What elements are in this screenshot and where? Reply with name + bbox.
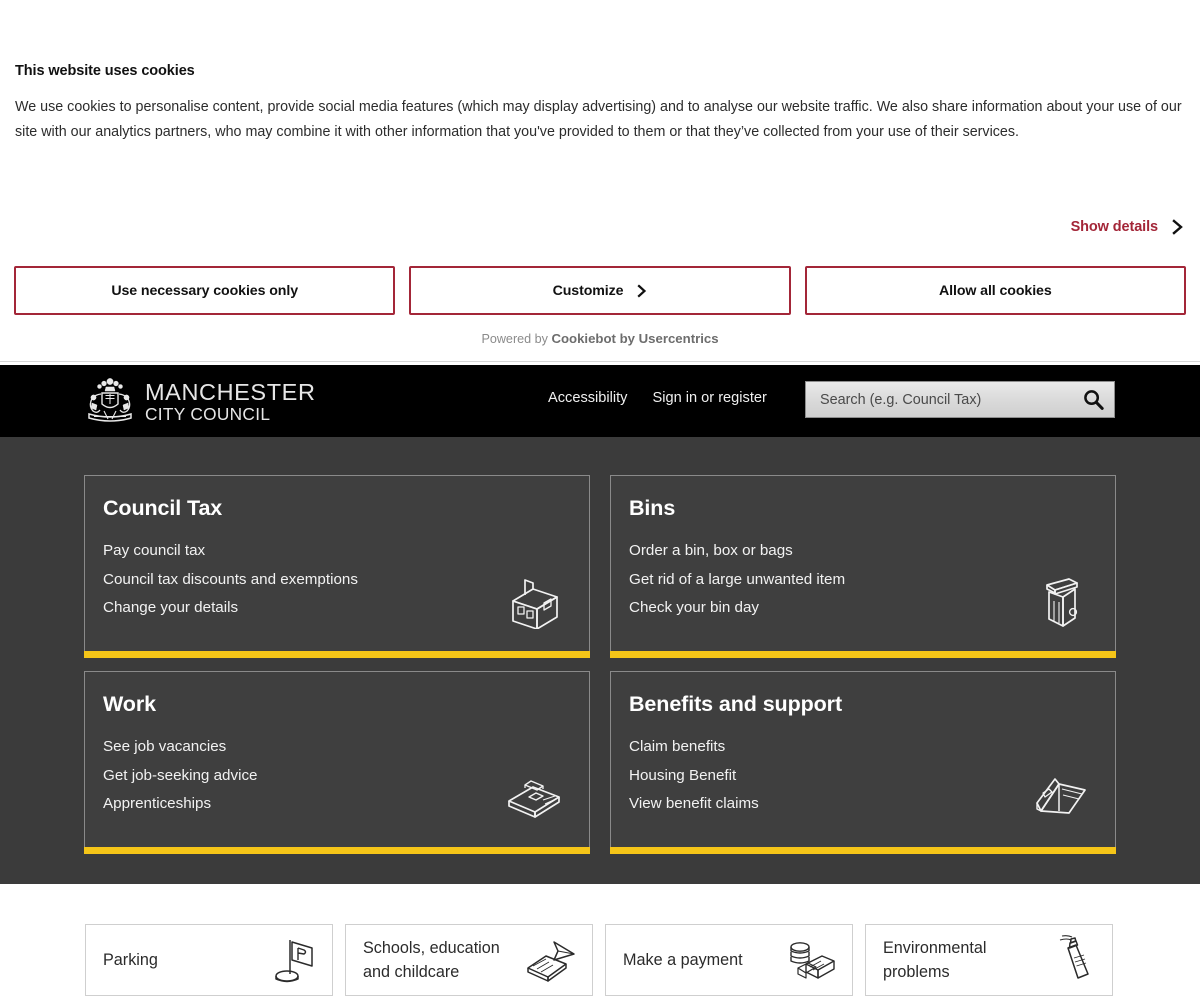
tile-label: Make a payment bbox=[623, 951, 743, 969]
card-links: See job vacancies Get job-seeking advice… bbox=[103, 733, 567, 819]
wheelie-bin-icon bbox=[1029, 571, 1091, 629]
card-accent-bar bbox=[610, 651, 1116, 658]
button-label: Use necessary cookies only bbox=[111, 282, 298, 299]
cookiebot-brand: Cookiebot by Usercentrics bbox=[551, 331, 719, 346]
open-folder-icon bbox=[1029, 767, 1091, 825]
spray-can-icon bbox=[1044, 934, 1098, 986]
card-link[interactable]: Housing Benefit bbox=[629, 762, 1093, 791]
card-accent-bar bbox=[84, 847, 590, 854]
card-links: Order a bin, box or bags Get rid of a la… bbox=[629, 537, 1093, 623]
logo-line-2: CITY COUNCIL bbox=[145, 403, 271, 424]
customize-cookies-button[interactable]: Customize bbox=[409, 266, 791, 315]
site-logo[interactable]: MANCHESTER CITY COUNCIL bbox=[84, 376, 316, 426]
card-accent-bar bbox=[84, 651, 590, 658]
card-link[interactable]: Check your bin day bbox=[629, 594, 1093, 623]
quicklink-make-a-payment[interactable]: Make a payment bbox=[605, 924, 853, 996]
card-title: Work bbox=[103, 692, 156, 716]
card-link[interactable]: See job vacancies bbox=[103, 733, 567, 762]
book-pencil-icon bbox=[524, 934, 578, 986]
parking-sign-icon bbox=[264, 934, 318, 986]
show-details-label: Show details bbox=[1070, 219, 1159, 235]
cookie-banner-buttons: Use necessary cookies only Customize All… bbox=[14, 266, 1186, 315]
card-link[interactable]: Get job-seeking advice bbox=[103, 762, 567, 791]
service-card-work[interactable]: Work See job vacancies Get job-seeking a… bbox=[84, 671, 590, 854]
card-links: Pay council tax Council tax discounts an… bbox=[103, 537, 567, 623]
quicklinks-section: Parking Schools, education and childcare… bbox=[0, 884, 1200, 1000]
card-title: Bins bbox=[629, 496, 676, 520]
allow-all-cookies-button[interactable]: Allow all cookies bbox=[804, 266, 1186, 315]
card-link[interactable]: Change your details bbox=[103, 594, 567, 623]
card-title: Benefits and support bbox=[629, 692, 843, 716]
card-link[interactable]: Claim benefits bbox=[629, 733, 1093, 762]
tile-label: Schools, education and childcare bbox=[363, 939, 500, 981]
chevron-right-icon bbox=[1172, 219, 1184, 235]
search-input[interactable] bbox=[806, 391, 1072, 408]
sign-in-or-register-link[interactable]: Sign in or register bbox=[652, 390, 766, 406]
site-search[interactable] bbox=[805, 381, 1115, 418]
card-link[interactable]: Apprenticeships bbox=[103, 790, 567, 819]
service-card-benefits-and-support[interactable]: Benefits and support Claim benefits Hous… bbox=[610, 671, 1116, 854]
money-cash-icon bbox=[784, 934, 838, 986]
quicklink-parking[interactable]: Parking bbox=[85, 924, 333, 996]
tile-label: Parking bbox=[103, 951, 158, 969]
card-link[interactable]: Council tax discounts and exemptions bbox=[103, 566, 567, 595]
card-links: Claim benefits Housing Benefit View bene… bbox=[629, 733, 1093, 819]
header-links: Accessibility Sign in or register bbox=[548, 390, 767, 406]
card-title: Council Tax bbox=[103, 496, 223, 520]
cookiebot-attribution: Powered by Cookiebot by Usercentrics bbox=[0, 331, 1200, 346]
card-link[interactable]: Get rid of a large unwanted item bbox=[629, 566, 1093, 595]
powered-by-text: Powered by bbox=[481, 332, 552, 346]
service-card-bins[interactable]: Bins Order a bin, box or bags Get rid of… bbox=[610, 475, 1116, 658]
service-card-council-tax[interactable]: Council Tax Pay council tax Council tax … bbox=[84, 475, 590, 658]
use-necessary-cookies-only-button[interactable]: Use necessary cookies only bbox=[14, 266, 396, 315]
logo-wordmark: MANCHESTER CITY COUNCIL bbox=[145, 379, 316, 423]
house-icon bbox=[503, 571, 565, 629]
coat-of-arms-crest-icon bbox=[84, 376, 136, 426]
show-details-link[interactable]: Show details bbox=[1071, 219, 1184, 235]
card-link[interactable]: View benefit claims bbox=[629, 790, 1093, 819]
button-label: Customize bbox=[552, 282, 624, 299]
card-link[interactable]: Order a bin, box or bags bbox=[629, 537, 1093, 566]
search-icon bbox=[1083, 389, 1104, 410]
chevron-right-icon bbox=[637, 283, 647, 298]
quicklink-schools-education-and-childcare[interactable]: Schools, education and childcare bbox=[345, 924, 593, 996]
search-submit-button[interactable] bbox=[1072, 382, 1114, 417]
card-accent-bar bbox=[610, 847, 1116, 854]
cookie-consent-banner: This website uses cookies We use cookies… bbox=[0, 0, 1200, 362]
service-cards-grid: Council Tax Pay council tax Council tax … bbox=[84, 475, 1116, 854]
card-link[interactable]: Pay council tax bbox=[103, 537, 567, 566]
quicklinks-row: Parking Schools, education and childcare… bbox=[85, 924, 1113, 996]
accessibility-link[interactable]: Accessibility bbox=[548, 390, 627, 406]
cookie-banner-title: This website uses cookies bbox=[15, 63, 195, 79]
quicklink-environmental-problems[interactable]: Environmental problems bbox=[865, 924, 1113, 996]
cookie-banner-body: We use cookies to personalise content, p… bbox=[15, 99, 1182, 140]
tile-label: Environmental problems bbox=[883, 939, 987, 981]
logo-line-1: MANCHESTER bbox=[145, 379, 316, 406]
service-cards-section: Council Tax Pay council tax Council tax … bbox=[0, 437, 1200, 884]
briefcase-icon bbox=[503, 767, 565, 825]
page-root: This website uses cookies We use cookies… bbox=[0, 0, 1200, 1000]
button-label: Allow all cookies bbox=[939, 282, 1052, 299]
